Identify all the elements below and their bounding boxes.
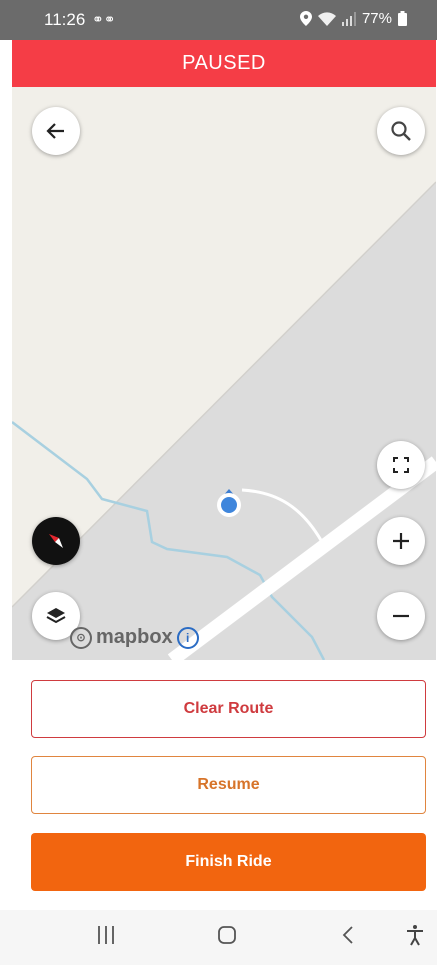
map-canvas — [12, 87, 436, 660]
plus-icon — [393, 533, 409, 549]
minus-icon — [393, 614, 409, 618]
search-button[interactable] — [377, 107, 425, 155]
back-button[interactable] — [32, 107, 80, 155]
accessibility-icon[interactable] — [405, 924, 425, 946]
recent-apps-icon[interactable] — [96, 924, 116, 946]
search-icon — [391, 121, 411, 141]
finish-ride-button[interactable]: Finish Ride — [31, 833, 426, 891]
location-icon — [299, 11, 312, 26]
paused-banner: PAUSED — [12, 40, 436, 87]
clear-route-button[interactable]: Clear Route — [31, 680, 426, 738]
notification-icons: ⚭⚭ — [92, 11, 116, 27]
resume-button[interactable]: Resume — [31, 756, 426, 814]
battery-icon — [398, 11, 407, 26]
screen-edge — [0, 40, 12, 965]
zoom-out-button[interactable] — [377, 592, 425, 640]
fullscreen-icon — [393, 457, 409, 473]
arrow-left-icon — [46, 123, 64, 139]
mapbox-attribution[interactable]: ⊙ mapbox i — [70, 626, 199, 649]
zoom-in-button[interactable] — [377, 517, 425, 565]
compass-icon — [49, 534, 63, 548]
map-view[interactable]: ⊙ mapbox i — [12, 87, 436, 660]
mapbox-logo-icon: ⊙ — [70, 626, 92, 649]
compass-button[interactable] — [32, 517, 80, 565]
mapbox-label: mapbox — [96, 626, 173, 648]
fullscreen-button[interactable] — [377, 441, 425, 489]
home-icon[interactable] — [217, 924, 237, 946]
system-nav-bar — [0, 910, 437, 965]
info-icon[interactable]: i — [176, 626, 199, 649]
status-bar: 11:26 ⚭⚭ 77% — [0, 0, 437, 40]
layers-icon — [46, 608, 66, 624]
battery-text: 77% — [361, 10, 392, 27]
signal-icon — [341, 11, 356, 26]
status-right: 77% — [299, 10, 407, 27]
status-time: 11:26 — [44, 10, 86, 29]
paused-label: PAUSED — [182, 52, 266, 74]
back-nav-icon[interactable] — [340, 924, 356, 946]
wifi-icon — [317, 11, 336, 26]
